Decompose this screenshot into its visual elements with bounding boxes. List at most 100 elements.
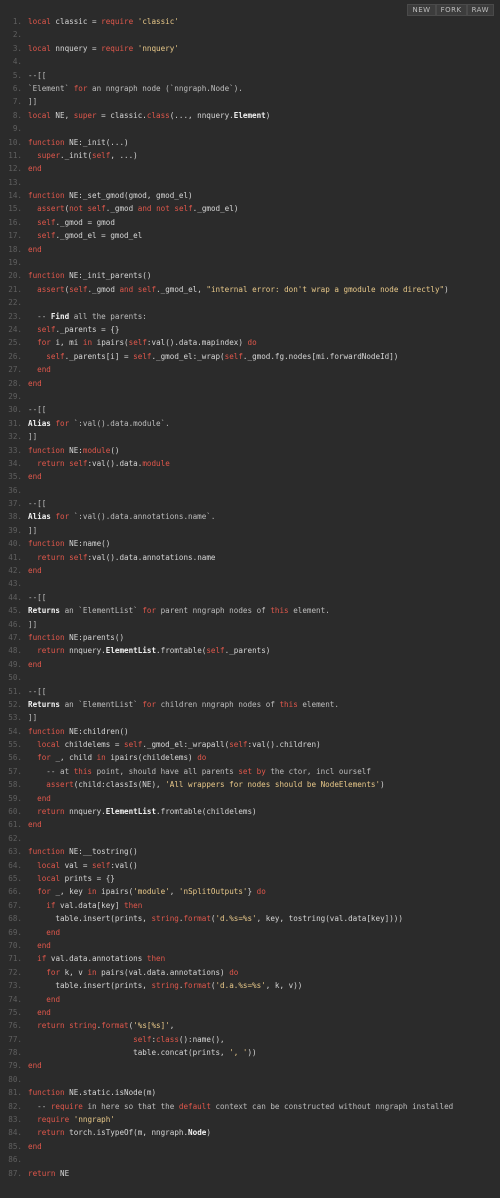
code-token: this xyxy=(270,606,289,616)
code-token: ._gmod.fg.nodes[mi.forwardNodeId]) xyxy=(242,351,399,361)
code-line: 13. xyxy=(0,176,500,189)
code-token: "internal error: don't wrap a gmodule no… xyxy=(206,284,445,294)
line-number: 21. xyxy=(8,284,22,294)
code-line: 53.]] xyxy=(0,711,500,724)
code-line: 64. local val = self:val() xyxy=(0,859,500,872)
code-token: for xyxy=(37,753,51,763)
code-token: ._gmod_el, xyxy=(156,284,207,294)
code-token: self xyxy=(37,231,56,241)
code-token: self xyxy=(87,204,106,214)
code-token: ._parents) xyxy=(224,646,271,656)
code-token: -- at xyxy=(28,766,74,776)
line-number: 68. xyxy=(8,914,22,924)
code-line: 11. super._init(self, ...) xyxy=(0,149,500,162)
code-token: set xyxy=(238,766,253,776)
code-line: 82. -- require in here so that the defau… xyxy=(0,1100,500,1113)
code-token: local xyxy=(28,110,51,120)
code-token: `:val().data.annotations.name`. xyxy=(69,512,216,522)
code-token: an `ElementList` xyxy=(60,699,143,709)
line-content: if val.data.annotations then xyxy=(28,952,165,965)
line-content: Returns an `ElementList` for parent nngr… xyxy=(28,604,330,617)
code-token: in xyxy=(96,753,106,763)
code-line: 50. xyxy=(0,671,500,684)
code-token: self xyxy=(174,204,193,214)
code-token: NE, xyxy=(50,110,74,120)
code-token: () xyxy=(110,445,120,455)
code-token: self xyxy=(37,217,56,227)
line-number: 31. xyxy=(8,418,22,428)
code-token: this xyxy=(279,699,298,709)
line-content: self._gmod_el = gmod_el xyxy=(28,229,142,242)
line-number: 70. xyxy=(8,940,22,950)
line-content: end xyxy=(28,363,51,376)
line-number: 80. xyxy=(8,1074,22,1084)
line-content: -- at this point, should have all parent… xyxy=(28,765,371,778)
code-token: ]] xyxy=(28,619,38,629)
line-content: local childelems = self._gmod_el:_wrapal… xyxy=(28,738,321,751)
line-number: 55. xyxy=(8,740,22,750)
line-content: end xyxy=(28,377,42,390)
code-token: in xyxy=(87,887,97,897)
code-token: ) xyxy=(206,1128,211,1138)
code-token: NE:__tostring() xyxy=(64,847,138,857)
code-token: .fromtable( xyxy=(156,646,207,656)
code-token: end xyxy=(28,820,42,830)
line-number: 20. xyxy=(8,271,22,281)
line-number: 26. xyxy=(8,351,22,361)
code-token: nnquery. xyxy=(64,646,106,656)
code-line: 59. end xyxy=(0,792,500,805)
line-number: 56. xyxy=(8,753,22,763)
code-line: 15. assert(not self._gmod and not self._… xyxy=(0,202,500,215)
code-token: 'd.a.%s=%s' xyxy=(215,981,266,991)
code-line: 57. -- at this point, should have all pa… xyxy=(0,765,500,778)
code-token: , key, tostring(val.data[key]))) xyxy=(256,914,403,924)
code-line: 32.]] xyxy=(0,430,500,443)
code-line: 18. end xyxy=(0,243,500,256)
code-line: 80. xyxy=(0,1073,500,1086)
code-token: --[[ xyxy=(28,70,47,80)
code-token: children nngraph nodes of xyxy=(156,699,280,709)
code-token: Returns xyxy=(28,699,61,709)
code-token: `Element` xyxy=(28,83,74,93)
code-token: function xyxy=(28,271,65,281)
code-token: local xyxy=(37,740,61,750)
code-token: Element xyxy=(233,110,266,120)
code-line: 9. xyxy=(0,122,500,135)
code-line: 14. function NE:_set_gmod(gmod, gmod_el) xyxy=(0,189,500,202)
line-content: require 'nngraph' xyxy=(28,1113,115,1126)
line-content: end xyxy=(28,993,60,1006)
code-line: 6. `Element` for an nngraph node (`nngrap… xyxy=(0,82,500,95)
code-token: self xyxy=(229,740,248,750)
line-number: 86. xyxy=(8,1155,22,1165)
code-token: in xyxy=(87,967,97,977)
code-token: --[[ xyxy=(28,405,47,415)
code-line: 23. -- Find all the parents: xyxy=(0,310,500,323)
code-token: --[[ xyxy=(28,686,47,696)
code-token: self xyxy=(137,284,157,294)
code-token: table.concat(prints, xyxy=(28,1048,230,1058)
code-token: return xyxy=(37,552,65,562)
code-token: return xyxy=(37,458,65,468)
code-token: table.insert(prints, xyxy=(28,914,152,924)
line-content: return NE xyxy=(28,1167,69,1180)
code-line: 67. if val.data[key] then xyxy=(0,899,500,912)
code-token: require xyxy=(101,43,134,53)
line-content: Returns an `ElementList` for children nn… xyxy=(28,698,339,711)
code-token: nnquery. xyxy=(64,807,106,817)
code-token: ) xyxy=(380,780,385,790)
code-token: for xyxy=(37,887,51,897)
code-line: 19. xyxy=(0,256,500,269)
code-token: :val().data. xyxy=(87,458,143,468)
